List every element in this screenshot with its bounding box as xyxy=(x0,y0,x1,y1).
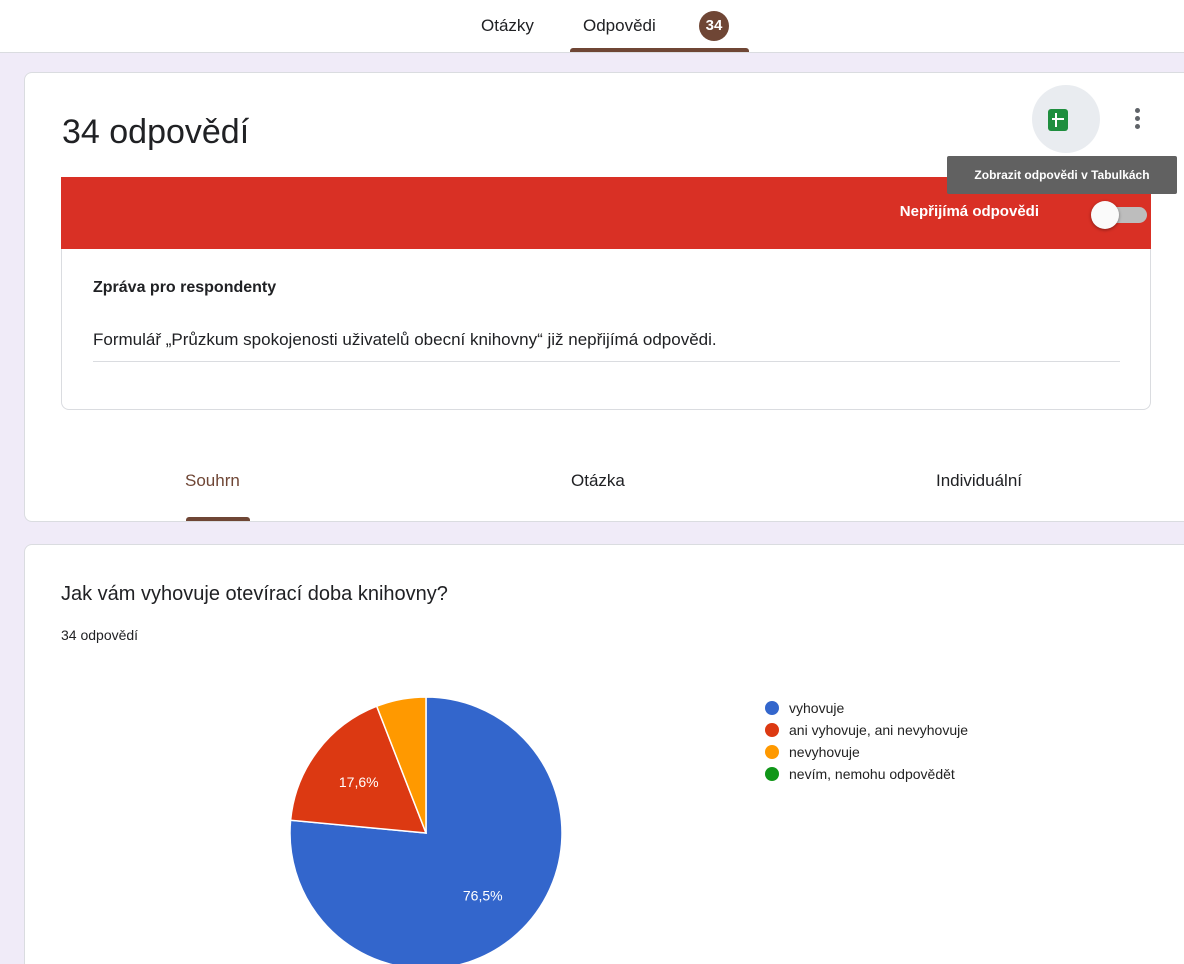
active-tab-indicator xyxy=(570,48,749,52)
legend-label: ani vyhovuje, ani nevyhovuje xyxy=(789,722,969,738)
legend-item: nevyhovuje xyxy=(765,741,968,763)
pie-chart: 76,5% 17,6% xyxy=(290,697,562,964)
legend-item: vyhovuje xyxy=(765,697,968,719)
respondent-message-title: Zpráva pro respondenty xyxy=(93,279,277,296)
respondent-message-field[interactable]: Formulář „Průzkum spokojenosti uživatelů… xyxy=(93,330,717,350)
legend-dot xyxy=(765,723,779,737)
response-count-badge: 34 xyxy=(699,11,729,41)
pie-data-label-1: 17,6% xyxy=(339,774,379,790)
sheets-icon[interactable] xyxy=(1048,109,1068,131)
question-summary-card: Jak vám vyhovuje otevírací doba knihovny… xyxy=(24,544,1184,964)
pie-data-label-0: 76,5% xyxy=(463,887,503,903)
question-response-count: 34 odpovědí xyxy=(61,627,139,643)
chart-legend: vyhovuje ani vyhovuje, ani nevyhovuje nevy… xyxy=(765,697,968,785)
legend-item: nevím, nemohu odpovědět xyxy=(765,763,968,785)
tab-question[interactable]: Otázka xyxy=(571,471,625,491)
subtab-active-indicator xyxy=(186,517,250,521)
tab-questions[interactable]: Otázky xyxy=(481,0,534,52)
accepting-responses-label: Nepřijímá odpovědi xyxy=(899,203,1039,220)
legend-label: vyhovuje xyxy=(789,700,845,716)
sheets-tooltip: Zobrazit odpovědi v Tabulkách xyxy=(947,156,1177,194)
responses-count-title: 34 odpovědí xyxy=(62,113,250,151)
legend-dot xyxy=(765,767,779,781)
legend-item: ani vyhovuje, ani nevyhovuje xyxy=(765,719,968,741)
legend-dot xyxy=(765,701,779,715)
message-field-underline xyxy=(93,361,1120,362)
tab-summary[interactable]: Souhrn xyxy=(185,471,240,491)
responses-header-card: 34 odpovědí Nepřijímá odpovědi Zpráva pr… xyxy=(24,72,1184,522)
toggle-thumb[interactable] xyxy=(1091,201,1119,229)
legend-dot xyxy=(765,745,779,759)
more-vert-icon[interactable] xyxy=(1125,105,1149,135)
legend-label: nevím, nemohu odpovědět xyxy=(789,766,955,782)
tab-responses[interactable]: Odpovědi xyxy=(583,0,656,52)
question-title: Jak vám vyhovuje otevírací doba knihovny… xyxy=(61,583,448,605)
respondent-message-box: Zpráva pro respondenty Formulář „Průzkum… xyxy=(61,249,1151,410)
tab-individual[interactable]: Individuální xyxy=(936,471,1022,491)
top-navigation: Otázky Odpovědi 34 xyxy=(0,0,1184,53)
legend-label: nevyhovuje xyxy=(789,744,860,760)
